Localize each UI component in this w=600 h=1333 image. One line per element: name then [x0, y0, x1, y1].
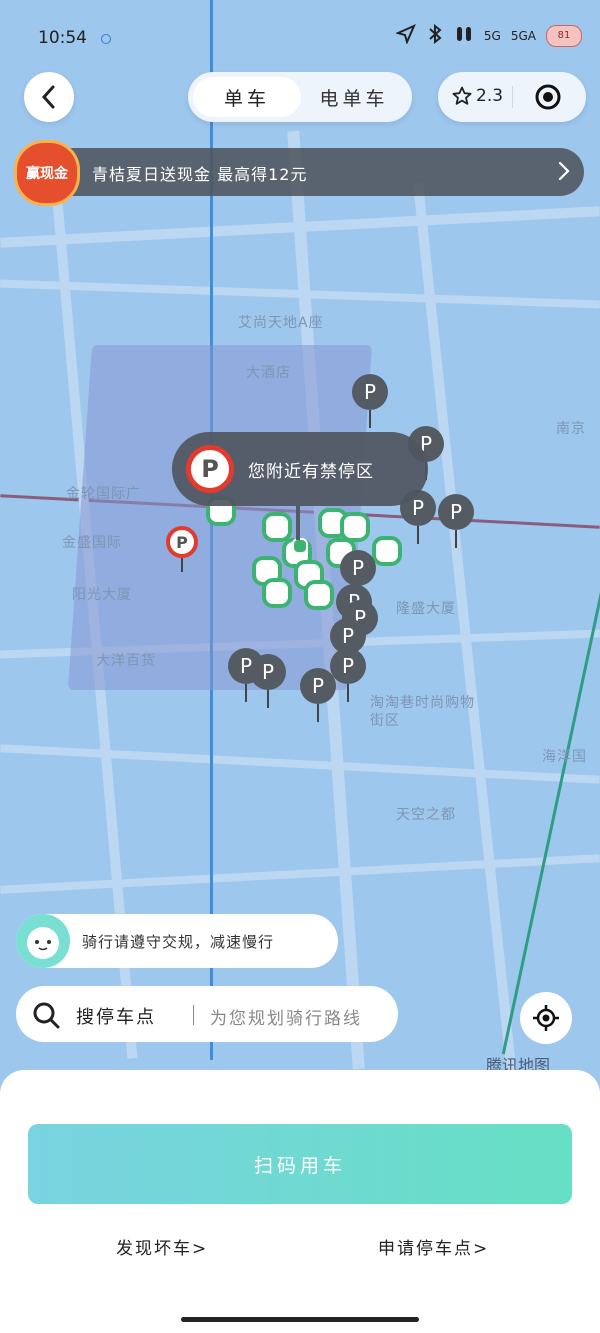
- poi-label[interactable]: 金盛国际: [62, 532, 122, 552]
- mascot-icon: [16, 914, 70, 968]
- poi-label[interactable]: 天空之都: [396, 804, 456, 824]
- poi-label[interactable]: 淘淘巷时尚购物街区: [370, 694, 480, 730]
- parking-pin-badge: P: [438, 494, 474, 530]
- parking-pin-badge: P: [352, 374, 388, 410]
- status-icons: 5G 5GA 81: [394, 23, 582, 47]
- battery-icon: 81: [546, 24, 582, 47]
- home-indicator[interactable]: [181, 1317, 419, 1322]
- tab-bicycle[interactable]: 单车: [193, 77, 301, 117]
- bluetooth-icon: [426, 23, 444, 47]
- pin-stem: [369, 410, 371, 428]
- star-icon: [452, 86, 472, 105]
- pin-stem: [455, 530, 457, 548]
- tab-ebike[interactable]: 电单车: [300, 77, 408, 117]
- pin-stem: [245, 684, 247, 702]
- parking-pin-badge: P: [300, 668, 336, 704]
- apply-parking-spot-link[interactable]: 申请停车点>: [378, 1234, 489, 1259]
- bike-marker[interactable]: [262, 578, 292, 608]
- parking-pin[interactable]: P: [352, 374, 388, 428]
- promo-banner[interactable]: 赢现金 青桔夏日送现金 最高得12元: [14, 140, 584, 206]
- rating-button[interactable]: 2.3: [452, 86, 503, 106]
- vehicle-type-switch[interactable]: 单车 电单车: [188, 72, 412, 122]
- pin-stem: [267, 690, 269, 708]
- parking-pin[interactable]: P: [438, 494, 474, 548]
- earbuds-icon: [454, 24, 474, 47]
- current-location-dot: [292, 538, 308, 554]
- promo-badge: 赢现金: [14, 140, 80, 206]
- poi-label[interactable]: 海洋国: [542, 746, 587, 766]
- parking-pin-badge: P: [250, 654, 286, 690]
- search-divider: [193, 1005, 194, 1025]
- divider: [512, 86, 513, 108]
- signal-5g-icon: 5G: [483, 28, 501, 43]
- safety-tip-text: 骑行请遵守交规，减速慢行: [82, 933, 275, 951]
- no-parking-icon: P: [186, 445, 234, 493]
- notification-dot-icon: [101, 34, 111, 44]
- status-bar: 10:54 5G 5GA 81: [0, 0, 600, 64]
- no-parking-tooltip[interactable]: P 您附近有禁停区: [172, 432, 428, 506]
- report-broken-bike-link[interactable]: 发现坏车>: [116, 1234, 208, 1259]
- back-button[interactable]: [24, 72, 74, 122]
- search-parking-label: 搜停车点: [76, 1007, 156, 1028]
- locate-button[interactable]: [520, 992, 572, 1044]
- status-time: 10:54: [38, 28, 87, 48]
- bike-marker[interactable]: [304, 580, 334, 610]
- route-plan-placeholder: 为您规划骑行路线: [210, 1009, 362, 1029]
- search-icon: [32, 1001, 60, 1033]
- poi-label[interactable]: 大洋百货: [96, 650, 156, 670]
- pin-stem: [417, 526, 419, 544]
- promo-text: 青桔夏日送现金 最高得12元: [92, 165, 308, 184]
- bike-marker[interactable]: [372, 536, 402, 566]
- safety-tip: 骑行请遵守交规，减速慢行: [16, 914, 338, 968]
- chevron-right-icon: [558, 160, 570, 187]
- pin-stem: [181, 558, 183, 572]
- poi-label[interactable]: 大酒店: [246, 362, 291, 382]
- crosshair-icon: [533, 1005, 559, 1031]
- pin-stem: [347, 684, 349, 702]
- poi-label[interactable]: 艾尚天地A座: [238, 312, 324, 332]
- no-parking-tooltip-text: 您附近有禁停区: [248, 462, 374, 482]
- header-actions: 2.3: [438, 72, 586, 122]
- no-parking-icon: P: [166, 526, 198, 558]
- poi-label[interactable]: 金轮国际广: [66, 483, 141, 503]
- parking-search[interactable]: 搜停车点 为您规划骑行路线: [16, 986, 398, 1042]
- rating-value: 2.3: [476, 86, 504, 106]
- pin-stem: [317, 704, 319, 722]
- parking-pin-badge: P: [340, 550, 376, 586]
- tooltip-pointer: [296, 506, 300, 540]
- parking-pin[interactable]: P: [250, 654, 286, 708]
- parking-pin[interactable]: P: [340, 550, 376, 586]
- poi-label[interactable]: 南京: [556, 418, 586, 438]
- target-button[interactable]: [534, 83, 562, 111]
- chevron-left-icon: [41, 85, 55, 109]
- parking-pin[interactable]: P: [300, 668, 336, 722]
- location-arrow-icon: [394, 24, 416, 47]
- signal-5ga-icon: 5GA: [510, 28, 536, 43]
- poi-label[interactable]: 阳光大厦: [72, 584, 132, 604]
- bike-marker[interactable]: [262, 512, 292, 542]
- scan-to-ride-button[interactable]: 扫码用车: [28, 1124, 572, 1204]
- target-icon: [535, 84, 561, 110]
- no-parking-pin[interactable]: P: [166, 526, 198, 572]
- poi-label[interactable]: 隆盛大厦: [396, 598, 456, 618]
